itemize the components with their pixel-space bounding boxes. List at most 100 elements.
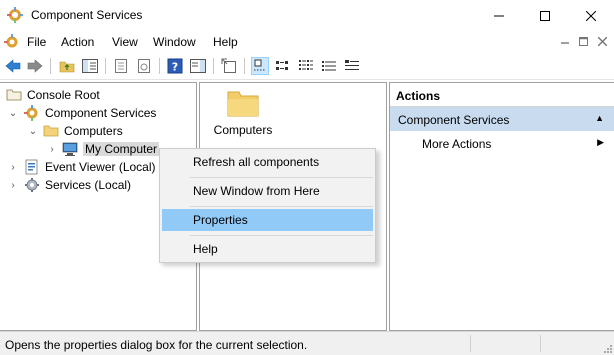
list-view-button[interactable] <box>297 57 315 75</box>
export-list-button[interactable] <box>112 57 130 75</box>
close-icon <box>597 36 607 46</box>
toolbar: ? <box>0 53 614 80</box>
actions-section-label: Component Services <box>398 113 510 127</box>
export-list-icon <box>115 59 127 73</box>
status-text: Opens the properties dialog box for the … <box>5 338 308 352</box>
back-icon <box>5 59 21 73</box>
component-services-icon <box>7 7 23 23</box>
forward-button[interactable] <box>26 57 44 75</box>
expand-chevron-icon[interactable]: › <box>8 162 18 173</box>
maximize-icon <box>540 10 550 21</box>
collapse-chevron-icon[interactable]: ⌄ <box>8 108 18 119</box>
tree-node-event-viewer[interactable]: Event Viewer (Local) <box>24 158 156 175</box>
refresh-button[interactable] <box>135 57 153 75</box>
refresh-icon <box>138 59 150 73</box>
menu-separator <box>190 206 373 207</box>
actions-section-component-services[interactable]: Component Services ▲ <box>390 107 614 131</box>
child-minimize-button[interactable] <box>558 34 572 48</box>
actions-pane: Actions Component Services ▲ More Action… <box>389 82 614 331</box>
menu-action[interactable]: Action <box>61 35 94 49</box>
maximize-button[interactable] <box>522 0 568 31</box>
status-bar: Opens the properties dialog box for the … <box>0 331 614 355</box>
tree-node-my-computer[interactable]: My Computer <box>62 140 160 157</box>
menu-item-properties[interactable]: Properties <box>162 209 373 231</box>
large-icons-view-icon <box>254 59 266 71</box>
toolbar-separator <box>159 58 160 74</box>
tree-label: Computers <box>64 123 123 138</box>
small-icons-view-button[interactable] <box>274 57 292 75</box>
context-menu: Refresh all components New Window from H… <box>159 148 376 263</box>
collapse-chevron-icon[interactable]: ⌄ <box>28 126 38 137</box>
help-button[interactable]: ? <box>166 57 184 75</box>
new-window-icon <box>221 58 236 73</box>
console-tree-icon <box>82 59 98 73</box>
expand-chevron-icon[interactable]: › <box>47 144 57 155</box>
minimize-button[interactable] <box>476 0 522 31</box>
toolbar-separator <box>105 58 106 74</box>
more-actions-item[interactable]: More Actions <box>422 137 491 151</box>
back-button[interactable] <box>4 57 22 75</box>
detail-view-button[interactable] <box>320 57 338 75</box>
toolbar-separator <box>213 58 214 74</box>
minimize-icon <box>561 42 569 44</box>
services-gear-icon <box>25 177 39 192</box>
help-icon: ? <box>167 58 183 74</box>
tree-label: Console Root <box>27 87 100 102</box>
minimize-icon <box>494 15 504 16</box>
submenu-arrow-icon: ▶ <box>597 137 604 147</box>
svg-text:?: ? <box>172 61 178 74</box>
expand-chevron-icon[interactable]: › <box>8 180 18 191</box>
maximize-icon <box>578 36 588 46</box>
status-divider <box>540 335 541 352</box>
child-close-button[interactable] <box>595 34 609 48</box>
action-pane-icon <box>190 59 206 73</box>
new-window-button[interactable] <box>220 57 238 75</box>
list-view-icon <box>299 60 313 70</box>
up-folder-icon <box>59 61 75 73</box>
list-item-label: Computers <box>213 123 273 137</box>
menu-item-help[interactable]: Help <box>162 238 373 260</box>
show-hide-action-pane-button[interactable] <box>189 57 207 75</box>
menu-bar: File Action View Window Help <box>0 31 614 53</box>
system-menu-icon[interactable] <box>4 34 20 50</box>
folder-icon <box>6 89 22 100</box>
collapse-up-icon[interactable]: ▲ <box>595 113 604 123</box>
computer-icon <box>62 142 78 156</box>
resize-grip-icon[interactable] <box>602 343 612 353</box>
show-hide-console-tree-button[interactable] <box>81 57 99 75</box>
menu-item-refresh-all-components[interactable]: Refresh all components <box>162 151 373 173</box>
tree-node-console-root[interactable]: Console Root <box>6 86 100 103</box>
actions-header: Actions <box>390 83 614 107</box>
menu-item-new-window-from-here[interactable]: New Window from Here <box>162 180 373 202</box>
large-icons-view-button[interactable] <box>251 57 269 75</box>
small-icons-view-icon <box>276 61 288 70</box>
list-item-computers[interactable]: Computers <box>208 89 278 137</box>
tree-node-services[interactable]: Services (Local) <box>24 176 131 193</box>
menu-window[interactable]: Window <box>153 35 196 49</box>
up-one-level-button[interactable] <box>58 57 76 75</box>
forward-icon <box>27 59 43 73</box>
folder-icon <box>227 91 259 117</box>
close-icon <box>586 10 596 21</box>
event-viewer-icon <box>25 159 38 174</box>
menu-file[interactable]: File <box>27 35 46 49</box>
tree-label: Event Viewer (Local) <box>45 159 156 174</box>
component-services-icon <box>24 104 38 121</box>
menu-separator <box>190 235 373 236</box>
menu-help[interactable]: Help <box>213 35 238 49</box>
window-title: Component Services <box>31 8 143 22</box>
tree-node-computers[interactable]: Computers <box>43 122 123 139</box>
title-bar: Component Services <box>0 0 614 31</box>
child-maximize-button[interactable] <box>576 34 590 48</box>
toolbar-separator <box>244 58 245 74</box>
toolbar-separator <box>50 58 51 74</box>
close-button[interactable] <box>568 0 614 31</box>
folder-icon <box>43 125 59 136</box>
status-view-icon <box>345 60 359 70</box>
menu-view[interactable]: View <box>112 35 138 49</box>
tree-label: My Computer <box>83 141 160 156</box>
tree-node-component-services[interactable]: Component Services <box>24 104 156 121</box>
status-divider <box>470 335 471 352</box>
tree-label: Services (Local) <box>45 177 132 192</box>
component-view-button[interactable] <box>343 57 361 75</box>
